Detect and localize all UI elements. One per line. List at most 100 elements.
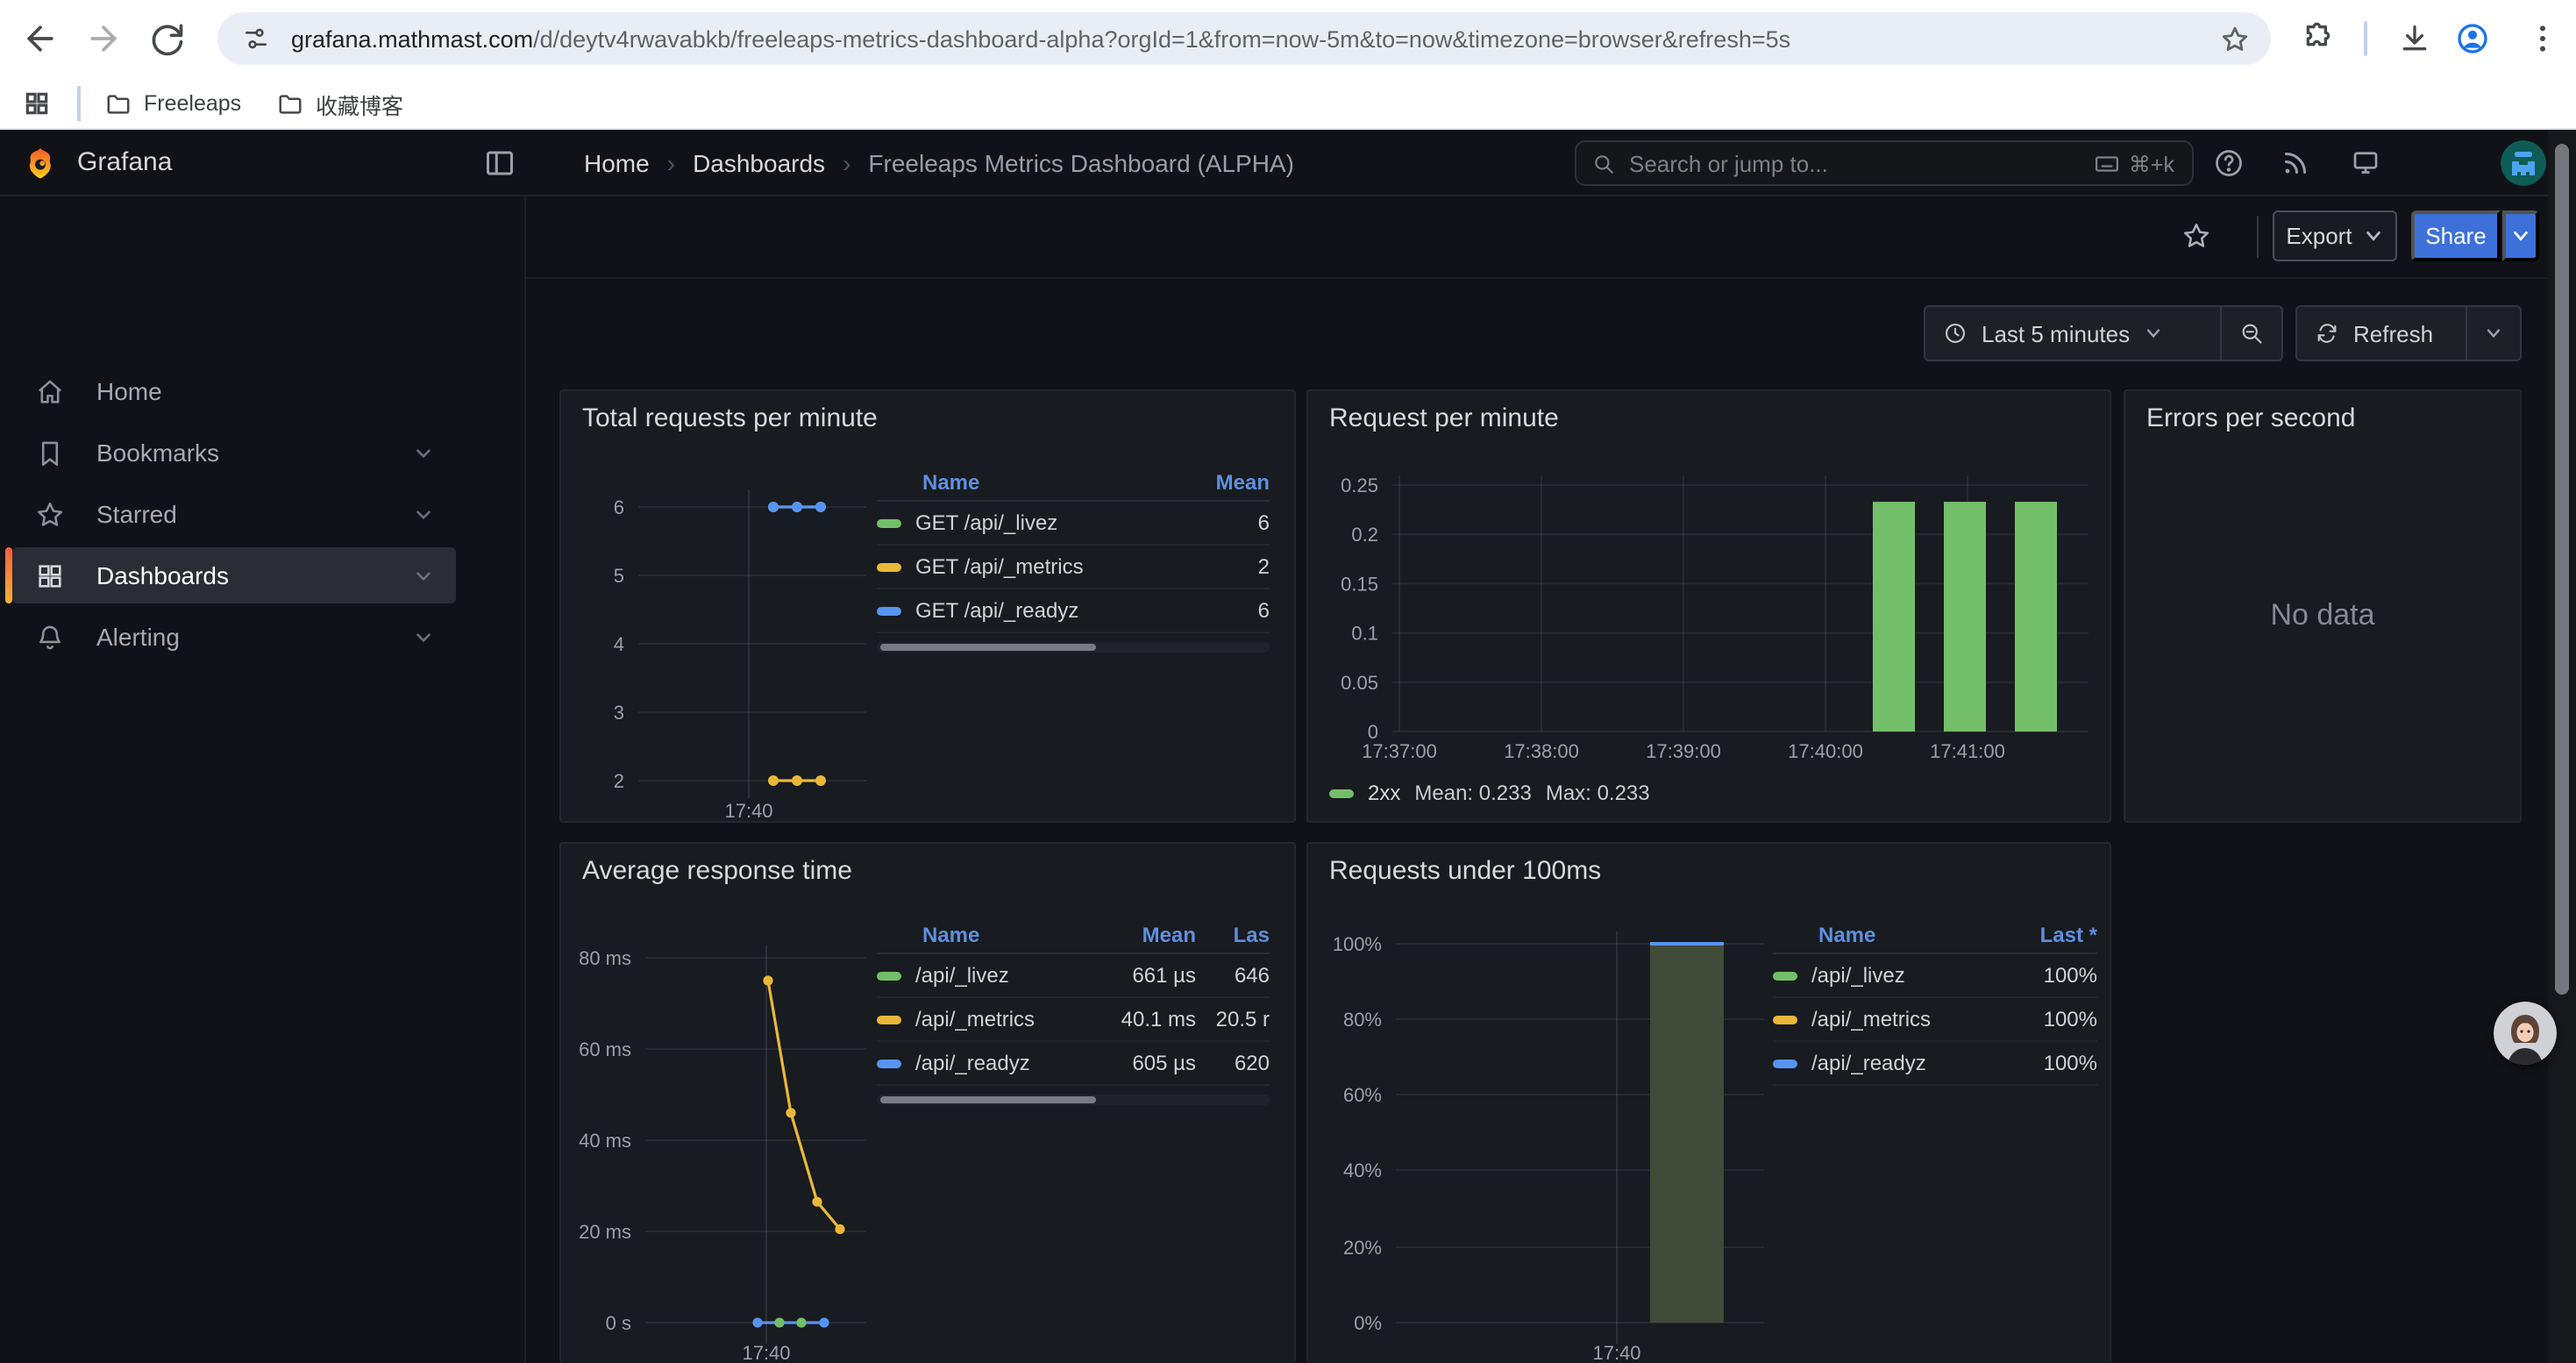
zoom-out-button[interactable] xyxy=(2222,307,2281,360)
chevron-down-icon[interactable] xyxy=(412,441,435,464)
help-icon[interactable] xyxy=(2213,147,2245,179)
export-button[interactable]: Export xyxy=(2273,211,2397,261)
grafana-app: Grafana Home › Dashboards › Freeleaps Me… xyxy=(0,130,2576,1363)
axis-tick-label: 17:40:00 xyxy=(1788,740,1863,762)
refresh-interval-dropdown[interactable] xyxy=(2467,307,2520,360)
time-range-picker[interactable]: Last 5 minutes xyxy=(1925,307,2220,360)
profile-icon[interactable] xyxy=(2455,21,2490,56)
menu-kebab-icon[interactable] xyxy=(2525,21,2560,56)
legend-series-name[interactable]: 2xx xyxy=(1368,781,1400,805)
panel-total-requests[interactable]: Total requests per minute 6543217:40 Nam… xyxy=(559,389,1296,823)
sidebar-item-alerting[interactable]: Alerting xyxy=(12,609,456,665)
search-input[interactable]: Search or jump to... ⌘+k xyxy=(1575,140,2194,186)
legend-scrollbar-track[interactable] xyxy=(877,1095,1270,1105)
favorite-star-icon[interactable] xyxy=(2181,221,2211,251)
download-icon[interactable] xyxy=(2397,21,2432,56)
data-point xyxy=(786,1108,795,1117)
sidebar-item-home[interactable]: Home xyxy=(12,363,456,419)
display-kiosk-icon[interactable] xyxy=(2350,147,2381,179)
legend-header-row: NameMeanLas xyxy=(877,917,1270,954)
panel-errors-per-second[interactable]: Errors per second No data xyxy=(2124,389,2522,823)
bookmark-folder-freeleaps[interactable]: Freeleaps xyxy=(105,77,241,130)
page-scrollbar-track[interactable] xyxy=(2548,130,2576,1363)
legend-value-mean: 6 xyxy=(1168,598,1270,623)
data-point xyxy=(763,975,772,985)
legend-series-name[interactable]: GET /api/_livez xyxy=(877,510,1168,535)
series-color-swatch xyxy=(877,1015,901,1024)
axis-tick-label: 100% xyxy=(1333,933,1382,955)
legend-value-last: 646 xyxy=(1196,963,1270,988)
floating-assistant-avatar[interactable] xyxy=(2494,1002,2557,1065)
legend-series-name[interactable]: /api/_readyz xyxy=(1773,1051,2013,1075)
url-text[interactable]: grafana.mathmast.com/d/deytv4rwavabkb/fr… xyxy=(291,25,2220,52)
sidebar-item-dashboards[interactable]: Dashboards xyxy=(12,547,456,603)
legend-col-last[interactable]: Last * xyxy=(2013,923,2097,947)
extensions-icon[interactable] xyxy=(2301,21,2336,56)
no-data-message: No data xyxy=(2125,597,2520,632)
chevron-down-icon[interactable] xyxy=(412,503,435,525)
legend-value-mean: 40.1 ms xyxy=(1091,1007,1196,1031)
zoom-out-icon xyxy=(2239,321,2264,346)
back-icon[interactable] xyxy=(21,19,60,58)
legend-col-name[interactable]: Name xyxy=(877,923,1091,947)
series-color-swatch xyxy=(877,971,901,980)
legend-scrollbar-track[interactable] xyxy=(877,642,1270,653)
panel-avg-response-time[interactable]: Average response time 80 ms60 ms40 ms20 … xyxy=(559,842,1296,1363)
site-settings-icon[interactable] xyxy=(242,25,270,53)
legend-col-mean[interactable]: Mean xyxy=(1091,923,1196,947)
data-point xyxy=(768,775,779,786)
sidebar-nav: Home Bookmarks Starred Dashboards Alerti… xyxy=(0,196,526,1363)
sidebar-item-starred[interactable]: Starred xyxy=(12,486,456,542)
reload-icon[interactable] xyxy=(147,19,186,58)
legend-series-name[interactable]: GET /api/_metrics xyxy=(877,554,1168,579)
forward-icon[interactable] xyxy=(84,19,123,58)
apps-grid-icon[interactable] xyxy=(23,89,51,118)
legend-series-name[interactable]: GET /api/_readyz xyxy=(877,598,1168,623)
legend-series-name[interactable]: /api/_metrics xyxy=(1773,1007,2013,1031)
legend-table: NameLast */api/_livez100%/api/_metrics10… xyxy=(1773,917,2097,1086)
legend-series-name[interactable]: /api/_livez xyxy=(1773,963,2013,988)
panel-title[interactable]: Errors per second xyxy=(2146,403,2355,433)
legend-row: GET /api/_readyz6 xyxy=(877,589,1270,633)
legend-series-name[interactable]: /api/_metrics xyxy=(877,1007,1091,1031)
bookmark-folder-blogs[interactable]: 收藏博客 xyxy=(277,77,403,130)
panel-requests-under-100ms[interactable]: Requests under 100ms 100%80%60%40%20%0%1… xyxy=(1306,842,2111,1363)
legend-value-last: 100% xyxy=(2013,1051,2097,1075)
user-avatar[interactable] xyxy=(2501,140,2546,186)
panel-request-per-minute[interactable]: Request per minute 0.250.20.150.10.05017… xyxy=(1306,389,2111,823)
legend-series-name[interactable]: /api/_livez xyxy=(877,963,1091,988)
chevron-down-icon[interactable] xyxy=(412,625,435,648)
legend-row: /api/_readyz100% xyxy=(1773,1042,2097,1086)
axis-tick-label: 6 xyxy=(614,496,624,518)
axis-tick-label: 17:39:00 xyxy=(1646,740,1721,762)
chevron-down-icon[interactable] xyxy=(412,564,435,587)
legend-col-mean[interactable]: Mean xyxy=(1168,470,1270,495)
breadcrumb-home[interactable]: Home xyxy=(584,149,650,177)
legend-series-name[interactable]: /api/_readyz xyxy=(877,1051,1091,1075)
page-scrollbar-thumb[interactable] xyxy=(2555,144,2569,995)
news-rss-icon[interactable] xyxy=(2280,147,2311,179)
legend-scrollbar-thumb[interactable] xyxy=(880,1096,1096,1103)
bookmark-star-icon[interactable] xyxy=(2220,24,2250,54)
address-bar[interactable]: grafana.mathmast.com/d/deytv4rwavabkb/fr… xyxy=(217,12,2271,65)
legend-col-name[interactable]: Name xyxy=(1773,923,2013,947)
grafana-logo[interactable] xyxy=(23,146,58,181)
sidebar-toggle-icon[interactable] xyxy=(484,147,516,179)
star-icon xyxy=(35,499,65,529)
sidebar-item-bookmarks[interactable]: Bookmarks xyxy=(12,425,456,481)
axis-tick-label: 5 xyxy=(614,565,624,587)
breadcrumb-dashboards[interactable]: Dashboards xyxy=(693,149,825,177)
share-dropdown-button[interactable] xyxy=(2502,211,2539,261)
breadcrumb-current: Freeleaps Metrics Dashboard (ALPHA) xyxy=(868,149,1294,177)
axis-tick-label: 4 xyxy=(614,633,624,655)
refresh-button[interactable]: Refresh xyxy=(2297,307,2466,360)
legend-col-name[interactable]: Name xyxy=(877,470,1168,495)
legend-row: GET /api/_metrics2 xyxy=(877,546,1270,589)
legend-scrollbar-thumb[interactable] xyxy=(880,644,1096,651)
legend-col-las[interactable]: Las xyxy=(1196,923,1270,947)
chevron-down-icon xyxy=(2144,325,2161,342)
clock-icon xyxy=(1943,321,1968,346)
legend-value-last: 20.5 r xyxy=(1196,1007,1270,1031)
toolbar-rule xyxy=(526,277,2576,279)
share-button[interactable]: Share xyxy=(2411,211,2501,261)
